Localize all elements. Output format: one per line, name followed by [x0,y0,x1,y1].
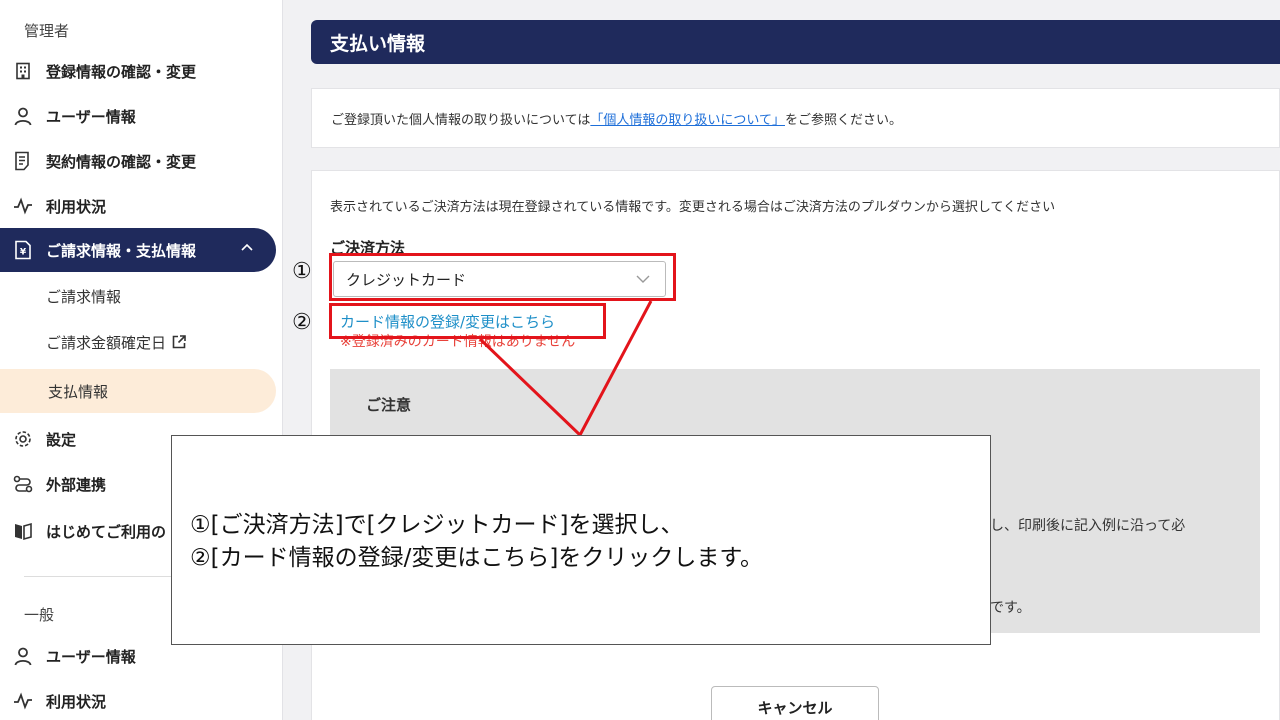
caution-text-line1: し、印刷後に記入例に沿って必 [990,518,1186,534]
sidebar-item-label: ユーザー情報 [46,647,136,666]
pulse-icon [12,690,34,712]
sidebar-item-label: 外部連携 [46,475,107,494]
link-icon [12,473,34,495]
sidebar-item-label: はじめてご利用の [46,522,167,541]
user-icon [12,105,34,127]
sidebar-item-label: 設定 [46,430,77,449]
chevron-up-icon [240,240,254,258]
section-label-general: 一般 [24,606,55,624]
sidebar-subitem-label: ご請求金額確定日 [46,333,167,352]
sidebar-item-label: 利用状況 [46,197,107,216]
sidebar-item-contract[interactable]: 契約情報の確認・変更 [0,139,276,183]
privacy-notice: ご登録頂いた個人情報の取り扱いについては 「個人情報の取り扱いについて」 をご参… [311,88,1280,148]
external-link-icon [171,334,187,350]
sidebar-subitem-billing-date[interactable]: ご請求金額確定日 [0,320,276,364]
sidebar-item-label: ユーザー情報 [46,107,136,126]
gear-icon [12,428,34,450]
invoice-icon: ¥ [12,239,34,261]
notice-prefix: ご登録頂いた個人情報の取り扱いについては [331,112,591,128]
payment-description: 表示されているご決済方法は現在登録されている情報です。変更される場合はご決済方法… [330,200,1056,215]
notice-suffix: をご参照ください。 [784,112,902,128]
sidebar-item-label: 契約情報の確認・変更 [46,152,197,171]
sidebar-item-billing[interactable]: ¥ ご請求情報・支払情報 [0,228,276,272]
sidebar-item-user-info[interactable]: ユーザー情報 [0,94,276,138]
privacy-policy-link[interactable]: 「個人情報の取り扱いについて」 [590,109,785,128]
section-label-admin: 管理者 [24,22,70,40]
document-icon [12,150,34,172]
sidebar-item-registration[interactable]: 登録情報の確認・変更 [0,49,276,93]
sidebar-subitem-payment-info[interactable]: 支払情報 [0,369,276,413]
sidebar-item-label: 登録情報の確認・変更 [46,62,197,81]
sidebar-item-usage[interactable]: 利用状況 [0,184,276,228]
caution-title: ご注意 [366,396,412,414]
sidebar-subitem-billing-info[interactable]: ご請求情報 [0,274,276,318]
pulse-icon [12,195,34,217]
caution-text-line2: です。 [990,600,1031,616]
sidebar-item-label: 利用状況 [46,692,107,711]
page-title: 支払い情報 [330,32,426,55]
page-title-bar: 支払い情報 [311,20,1280,64]
instruction-line-2: ②[カード情報の登録/変更はこちら]をクリックします。 [190,545,764,571]
sidebar-item-label: ご請求情報・支払情報 [46,241,197,260]
svg-text:¥: ¥ [20,248,27,258]
sidebar-item-general-usage[interactable]: 利用状況 [0,679,276,720]
building-icon [12,60,34,82]
user-icon [12,645,34,667]
highlight-box-link [329,303,606,339]
sidebar-subitem-label: 支払情報 [48,382,109,401]
step-number-2: ② [292,310,312,335]
step-number-1: ① [292,259,312,284]
cancel-button[interactable]: キャンセル [711,686,879,720]
highlight-box-select [329,253,676,301]
book-icon [12,520,34,542]
sidebar-subitem-label: ご請求情報 [46,287,122,306]
instruction-line-1: ①[ご決済方法]で[クレジットカード]を選択し、 [190,512,684,538]
